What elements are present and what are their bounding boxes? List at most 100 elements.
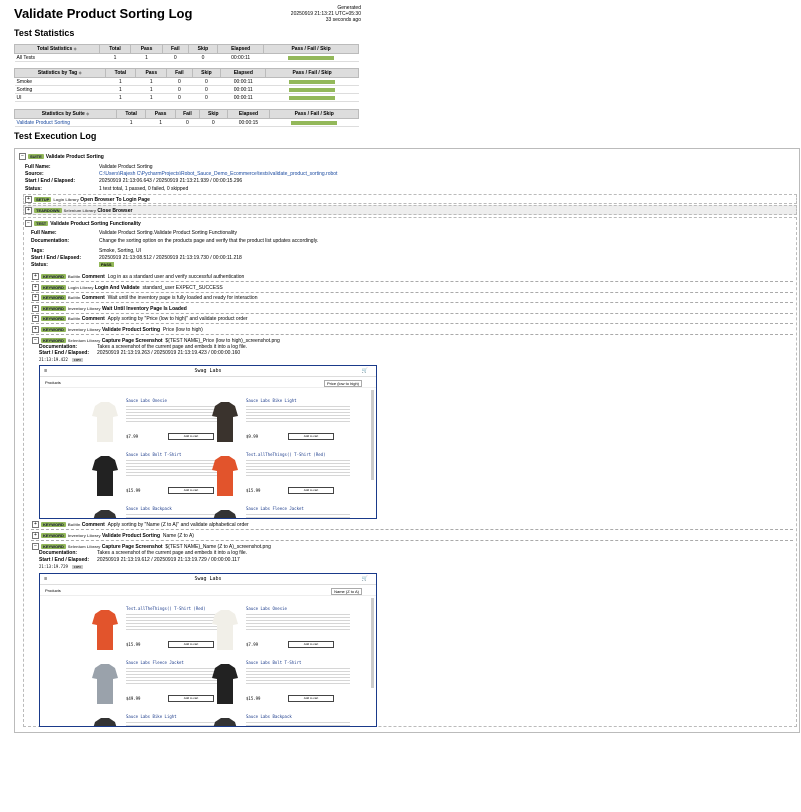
col-pass[interactable]: Pass (130, 44, 163, 54)
product-name: Sauce Labs Fleece Jacket (126, 660, 184, 665)
test-header[interactable]: − TEST Validate Product Sorting Functional… (25, 220, 141, 227)
expand-toggle[interactable]: + (32, 273, 39, 280)
product-image (210, 604, 240, 654)
keyword-row[interactable]: + KEYWORD BuiltIn Comment Log in as a stan… (32, 273, 244, 280)
expand-toggle[interactable]: + (32, 294, 39, 301)
add-to-cart-button: Add to cart (288, 695, 334, 702)
teardown-row[interactable]: + TEARDOWN Selenium Library Close Browser (25, 207, 132, 214)
product-image (210, 658, 240, 708)
product-name: Test.allTheThings() T-Shirt (Red) (246, 452, 326, 457)
product-image (90, 712, 120, 726)
col-elapsed[interactable]: Elapsed (217, 44, 265, 54)
add-to-cart-button: Add to cart (288, 433, 334, 440)
sort-select: Name (Z to A) (331, 588, 362, 595)
product-price: $7.99 (126, 434, 139, 439)
stats-heading: Test Statistics (14, 28, 75, 38)
expand-toggle[interactable]: + (32, 304, 39, 312)
screenshot-image[interactable]: ≡ Swag Labs 🛒 Products Name (Z to A) Test.all… (39, 573, 377, 727)
product-image (90, 604, 120, 654)
col-graph[interactable]: Pass / Fail / Skip (263, 44, 359, 54)
add-to-cart-button: Add to cart (288, 641, 334, 648)
table-row[interactable]: Validate Product Sorting 1 1 0 0 00:00:15 (14, 118, 359, 127)
keyword-row[interactable]: + KEYWORD Login Library Login And Validate… (32, 283, 223, 291)
product-name: Sauce Labs Fleece Jacket (246, 506, 304, 511)
suite-link[interactable]: Validate Product Sorting (14, 118, 117, 127)
product-card: Sauce Labs Fleece Jacket (210, 504, 360, 518)
product-price: $15.99 (126, 642, 141, 647)
keyword-row[interactable]: + KEYWORD BuiltIn Comment Apply sorting by… (32, 315, 248, 322)
product-image (210, 396, 240, 446)
product-name: Sauce Labs Bolt T-Shirt (126, 452, 182, 457)
product-image (210, 504, 240, 518)
keyword-row[interactable]: + KEYWORD BuiltIn Comment Apply sorting by… (32, 521, 249, 528)
table-row[interactable]: Sorting 1 1 0 0 00:00:11 (14, 85, 359, 94)
product-name: Sauce Labs Onesie (246, 606, 287, 611)
expand-toggle[interactable]: + (32, 315, 39, 322)
tag-stats-title[interactable]: Statistics by Tag ◆ (14, 68, 106, 78)
product-image (90, 450, 120, 500)
log-heading: Test Execution Log (14, 131, 97, 141)
keyword-row[interactable]: + KEYWORD Inventory Library Validate Produ… (32, 325, 203, 333)
execution-log: − SUITE Validate Product Sorting Full Name… (14, 148, 800, 733)
keyword-row[interactable]: + KEYWORD Inventory Library Wait Until Inv… (32, 304, 190, 312)
page-title: Validate Product Sorting Log (14, 6, 193, 21)
product-name: Sauce Labs Onesie (126, 398, 167, 403)
product-image (90, 658, 120, 708)
table-row[interactable]: All Tests 1 1 0 0 00:00:11 (14, 53, 359, 62)
tag-stats-table: Statistics by Tag ◆ Total Pass Fail Skip Ela… (14, 68, 359, 102)
product-name: Sauce Labs Bike Light (126, 714, 177, 719)
suite-stats-title[interactable]: Statistics by Suite ◆ (14, 109, 117, 119)
generated-ago: 33 seconds ago (325, 17, 361, 23)
product-image (210, 712, 240, 726)
keyword-row[interactable]: + KEYWORD Inventory Library Validate Produ… (32, 532, 194, 539)
add-to-cart-button: Add to cart (168, 433, 214, 440)
expand-toggle[interactable]: + (32, 521, 39, 528)
total-stats-title[interactable]: Total Statistics ◆ (14, 44, 100, 54)
product-name: Sauce Labs Backpack (246, 714, 292, 719)
total-stats-table: Total Statistics ◆ Total Pass Fail Skip Elap… (14, 44, 359, 62)
product-image (90, 504, 120, 518)
pass-bar (288, 55, 335, 60)
table-row[interactable]: Smoke 1 1 0 0 00:00:11 (14, 77, 359, 86)
product-card: Sauce Labs Backpack (210, 712, 360, 726)
product-price: $9.99 (246, 434, 259, 439)
capture-keyword[interactable]: − KEYWORD Selenium Library Capture Page Sc… (32, 337, 280, 344)
suite-header[interactable]: − SUITE Validate Product Sorting (19, 153, 104, 160)
pass-bar (289, 87, 336, 92)
product-price: $15.99 (126, 488, 141, 493)
product-image (210, 450, 240, 500)
product-name: Test.allTheThings() T-Shirt (Red) (126, 606, 206, 611)
product-card: Sauce Labs Onesie $7.99 Add to cart (210, 604, 360, 660)
app-header: ≡ Swag Labs 🛒 (40, 366, 376, 377)
screenshot-image[interactable]: ≡ Swag Labs 🛒 Products Price (low to high) Sa… (39, 365, 377, 519)
product-card: Sauce Labs Bolt T-Shirt $15.99 Add to cart (210, 658, 360, 714)
product-name: Sauce Labs Backpack (126, 506, 172, 511)
product-price: $49.99 (126, 696, 141, 701)
product-price: $15.99 (246, 696, 261, 701)
product-image (90, 396, 120, 446)
suite-stats-table: Statistics by Suite ◆ Total Pass Fail Skip E… (14, 109, 359, 127)
capture-keyword[interactable]: − KEYWORD Selenium Library Capture Page Sc… (32, 543, 271, 550)
product-price: $15.99 (246, 488, 261, 493)
product-name: Sauce Labs Bike Light (246, 398, 297, 403)
expand-toggle[interactable]: + (32, 325, 39, 333)
setup-row[interactable]: + SETUP Login Library Open Browser To Logi… (25, 196, 150, 203)
pass-bar (289, 79, 336, 84)
col-total[interactable]: Total (98, 44, 132, 54)
collapse-toggle[interactable]: − (19, 153, 26, 160)
product-card: Sauce Labs Bike Light $9.99 Add to cart (210, 396, 360, 452)
source-link[interactable]: C:\Users\Rajesh C\PycharmProjects\Robot_… (99, 171, 337, 177)
pass-bar (289, 95, 336, 100)
table-row[interactable]: UI 1 1 0 0 00:00:11 (14, 93, 359, 102)
add-to-cart-button: Add to cart (168, 695, 214, 702)
expand-toggle[interactable]: + (32, 283, 39, 291)
product-price: $7.99 (246, 642, 259, 647)
col-fail[interactable]: Fail (161, 44, 189, 54)
col-skip[interactable]: Skip (187, 44, 219, 54)
add-to-cart-button: Add to cart (168, 641, 214, 648)
expand-toggle[interactable]: + (32, 532, 39, 539)
pass-bar (291, 120, 338, 125)
add-to-cart-button: Add to cart (288, 487, 334, 494)
generated-info: Generated 20250919 21:13:21 UTC+05:30 33… (291, 5, 361, 23)
keyword-row[interactable]: + KEYWORD BuiltIn Comment Wait until the i… (32, 294, 257, 301)
